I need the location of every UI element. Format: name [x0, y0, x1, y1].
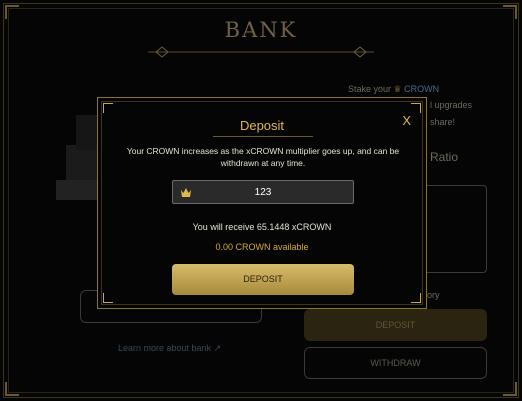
- modal-description: Your CROWN increases as the xCROWN multi…: [126, 146, 400, 168]
- amount-value: 123: [254, 187, 272, 198]
- stake-text: Stake your ♛ CROWN: [348, 84, 439, 95]
- frame-corner-top-right: [503, 5, 517, 19]
- modal-corner-bottom-right: [411, 293, 421, 303]
- receive-text: You will receive 65.1448 xCROWN: [192, 222, 332, 232]
- frame-corner-bottom-right: [503, 382, 517, 396]
- modal-corner-bottom-left: [103, 293, 113, 303]
- amount-input[interactable]: 123: [172, 180, 354, 204]
- modal-title: Deposit: [239, 118, 285, 133]
- page-title: BANK: [224, 18, 298, 42]
- background-withdraw-button[interactable]: WITHDRAW: [304, 347, 487, 379]
- deposit-button[interactable]: DEPOSIT: [172, 264, 354, 295]
- crown-icon: ♛: [393, 84, 402, 94]
- ratio-panel: [420, 185, 487, 273]
- frame-corner-bottom-left: [5, 382, 19, 396]
- external-link-icon: ↗: [213, 343, 222, 353]
- upgrades-fragment: l upgrades: [430, 100, 473, 110]
- learn-more-label: Learn more about bank: [118, 343, 212, 353]
- learn-more-link[interactable]: Learn more about bank ↗: [118, 343, 221, 354]
- title-divider-ornament: [148, 46, 374, 58]
- modal-corner-top-right: [411, 103, 421, 113]
- modal-corner-top-left: [103, 103, 113, 113]
- stake-token: CROWN: [404, 84, 440, 94]
- close-icon[interactable]: X: [402, 113, 411, 128]
- deposit-modal: Deposit X Your CROWN increases as the xC…: [97, 97, 427, 309]
- ratio-heading: Ratio: [430, 150, 459, 164]
- frame-corner-top-left: [5, 5, 19, 19]
- background-deposit-button[interactable]: DEPOSIT: [304, 309, 487, 341]
- available-balance: 0.00 CROWN available: [215, 242, 309, 252]
- share-fragment: share!: [430, 117, 456, 127]
- modal-title-underline: [213, 136, 313, 137]
- stake-prefix: Stake your: [348, 84, 392, 94]
